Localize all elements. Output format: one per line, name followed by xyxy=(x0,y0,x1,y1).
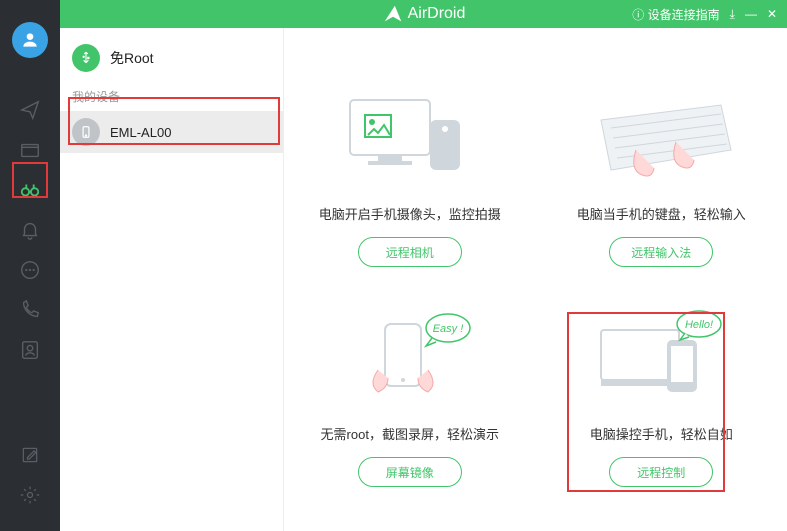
card-screen-mirror: Easy ! 无需root，截图录屏，轻松演示 屏幕镜像 xyxy=(290,300,530,520)
usb-mode-label: 免Root xyxy=(110,48,154,68)
window-close-button[interactable]: ✕ xyxy=(767,7,777,21)
nav-compose[interactable] xyxy=(0,435,60,475)
card-desc: 无需root，截图录屏，轻松演示 xyxy=(321,424,499,443)
window-minimize-button[interactable]: — xyxy=(745,7,757,21)
airdroid-logo-icon xyxy=(382,3,404,25)
window-pin-button[interactable]: ⤓ xyxy=(730,7,735,22)
left-nav xyxy=(0,0,60,531)
card-desc: 电脑开启手机摄像头，监控拍摄 xyxy=(319,204,501,223)
app-title-text: AirDroid xyxy=(408,5,466,23)
nav-settings[interactable] xyxy=(0,475,60,515)
card-remote-ime: 电脑当手机的键盘，轻松输入 远程输入法 xyxy=(541,80,781,300)
nav-contacts[interactable] xyxy=(0,330,60,370)
remote-camera-illustration xyxy=(330,80,490,190)
screen-mirror-button[interactable]: 屏幕镜像 xyxy=(358,457,462,487)
easy-bubble-text: Easy ! xyxy=(432,323,463,335)
usb-mode-row[interactable]: 免Root xyxy=(60,28,283,84)
avatar[interactable] xyxy=(12,22,48,58)
app-title: AirDroid xyxy=(382,3,466,25)
nav-send[interactable] xyxy=(0,90,60,130)
nav-call[interactable] xyxy=(0,290,60,330)
usb-icon xyxy=(72,44,100,72)
remote-camera-button[interactable]: 远程相机 xyxy=(358,237,462,267)
connection-guide-label: 设备连接指南 xyxy=(648,8,720,22)
title-bar: AirDroid ⓘ 设备连接指南 ⤓ — ✕ xyxy=(60,0,787,28)
remote-ime-button[interactable]: 远程输入法 xyxy=(609,237,713,267)
remote-ime-illustration xyxy=(581,80,741,190)
card-remote-camera: 电脑开启手机摄像头，监控拍摄 远程相机 xyxy=(290,80,530,300)
remote-control-highlight-box xyxy=(567,312,725,492)
nav-chat[interactable] xyxy=(0,250,60,290)
nav-bell[interactable] xyxy=(0,210,60,250)
connection-guide-link[interactable]: ⓘ 设备连接指南 xyxy=(632,6,719,23)
user-icon xyxy=(20,30,40,50)
screen-mirror-illustration: Easy ! xyxy=(330,300,490,410)
device-highlight-box xyxy=(68,97,280,145)
card-desc: 电脑当手机的键盘，轻松输入 xyxy=(577,204,746,223)
nav-highlight-box xyxy=(12,162,48,198)
